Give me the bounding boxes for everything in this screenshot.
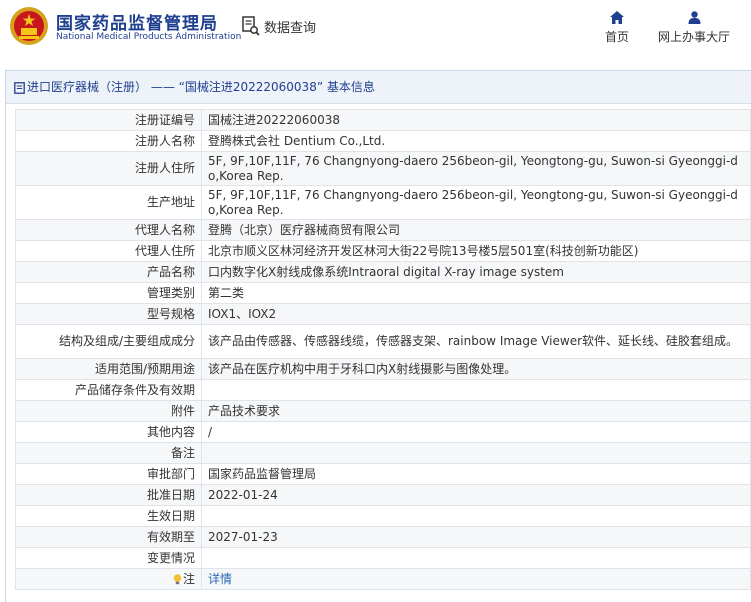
nav-online-service-hall[interactable]: 网上办事大厅 xyxy=(654,11,734,45)
data-query-link[interactable]: 数据查询 xyxy=(242,15,316,37)
field-label: 备注 xyxy=(15,442,202,464)
table-row: 结构及组成/主要组成成分 该产品由传感器、传感器线缆，传感器支架、rainbow … xyxy=(15,324,751,359)
table-row: 生效日期 xyxy=(15,505,751,527)
data-query-label: 数据查询 xyxy=(264,20,317,36)
field-value: 2027-01-23 xyxy=(201,526,751,548)
field-value: 5F, 9F,10F,11F, 76 Changnyong-daero 256b… xyxy=(201,185,751,220)
field-label: 有效期至 xyxy=(15,526,202,548)
document-icon xyxy=(14,81,25,94)
field-value: 产品技术要求 xyxy=(201,400,751,422)
details-link[interactable]: 详情 xyxy=(208,572,232,586)
nav-hall-label: 网上办事大厅 xyxy=(657,30,730,44)
table-row: 审批部门 国家药品监督管理局 xyxy=(15,463,751,485)
panel-title: 进口医疗器械（注册） —— “国械注进20222060038” 基本信息 xyxy=(6,71,751,104)
field-value: 该产品在医疗机构中用于牙科口内X射线摄影与图像处理。 xyxy=(201,358,751,380)
table-row: 代理人名称 登腾（北京）医疗器械商贸有限公司 xyxy=(15,219,751,241)
field-label: 审批部门 xyxy=(15,463,202,485)
field-label: 生效日期 xyxy=(15,505,202,527)
field-value: 该产品由传感器、传感器线缆，传感器支架、rainbow Image Viewer… xyxy=(201,324,751,359)
field-label: 生产地址 xyxy=(15,185,202,220)
table-row: 批准日期 2022-01-24 xyxy=(15,484,751,506)
note-label: 注 xyxy=(182,571,195,586)
site-header: 国家药品监督管理局 National Medical Products Admi… xyxy=(0,0,751,60)
nav-home[interactable]: 首页 xyxy=(600,11,634,45)
field-label: 其他内容 xyxy=(15,421,202,443)
field-value: / xyxy=(201,421,751,443)
field-label: 注册人名称 xyxy=(15,130,202,152)
table-row: 型号规格 IOX1、IOX2 xyxy=(15,303,751,325)
field-label: 结构及组成/主要组成成分 xyxy=(15,324,202,359)
field-label: 批准日期 xyxy=(15,484,202,506)
field-label: 适用范围/预期用途 xyxy=(15,358,202,380)
field-value xyxy=(201,442,751,464)
table-row: 附件 产品技术要求 xyxy=(15,400,751,422)
field-label: 产品名称 xyxy=(15,261,202,283)
person-icon xyxy=(688,11,700,24)
field-label: 注册证编号 xyxy=(15,109,202,131)
table-row: 产品名称 口内数字化X射线成像系统Intraoral digital X-ray … xyxy=(15,261,751,283)
field-value xyxy=(201,547,751,569)
table-row: 生产地址 5F, 9F,10F,11F, 76 Changnyong-daero … xyxy=(15,185,751,220)
field-value: 第二类 xyxy=(201,282,751,304)
home-icon xyxy=(610,11,624,24)
search-document-icon xyxy=(242,16,260,36)
info-table: 注册证编号 国械注进20222060038 注册人名称 登腾株式会社 Dentium … xyxy=(15,109,751,590)
table-row: 管理类别 第二类 xyxy=(15,282,751,304)
table-row: 备注 xyxy=(15,442,751,464)
table-row-note: 注详情 xyxy=(15,568,751,590)
nav-home-label: 首页 xyxy=(604,30,629,44)
note-label-cell: 注 xyxy=(15,568,202,590)
brand-name-en[interactable]: National Medical Products Administration xyxy=(56,32,241,42)
table-row: 适用范围/预期用途 该产品在医疗机构中用于牙科口内X射线摄影与图像处理。 xyxy=(15,358,751,380)
field-value: 国家药品监督管理局 xyxy=(201,463,751,485)
field-label: 变更情况 xyxy=(15,547,202,569)
field-label: 管理类别 xyxy=(15,282,202,304)
field-value xyxy=(201,505,751,527)
field-label: 附件 xyxy=(15,400,202,422)
field-value xyxy=(201,379,751,401)
national-emblem-icon xyxy=(10,7,48,45)
field-label: 代理人住所 xyxy=(15,240,202,262)
field-value: 登腾株式会社 Dentium Co.,Ltd. xyxy=(201,130,751,152)
field-label: 产品储存条件及有效期 xyxy=(15,379,202,401)
table-row: 变更情况 xyxy=(15,547,751,569)
field-value: 2022-01-24 xyxy=(201,484,751,506)
field-label: 注册人住所 xyxy=(15,151,202,186)
field-value: IOX1、IOX2 xyxy=(201,303,751,325)
field-label: 代理人名称 xyxy=(15,219,202,241)
field-value: 北京市顺义区林河经济开发区林河大街22号院13号楼5层501室(科技创新功能区) xyxy=(201,240,751,262)
field-value: 5F, 9F,10F,11F, 76 Changnyong-daero 256b… xyxy=(201,151,751,186)
detail-panel: 进口医疗器械（注册） —— “国械注进20222060038” 基本信息 注册证… xyxy=(5,70,751,602)
table-row: 注册人住所 5F, 9F,10F,11F, 76 Changnyong-daero… xyxy=(15,151,751,186)
panel-title-text: 进口医疗器械（注册） —— “国械注进20222060038” 基本信息 xyxy=(27,80,375,94)
brand-name-cn[interactable]: 国家药品监督管理局 xyxy=(56,9,218,34)
field-label: 型号规格 xyxy=(15,303,202,325)
table-row: 代理人住所 北京市顺义区林河经济开发区林河大街22号院13号楼5层501室(科技创… xyxy=(15,240,751,262)
table-row: 产品储存条件及有效期 xyxy=(15,379,751,401)
field-value: 口内数字化X射线成像系统Intraoral digital X-ray imag… xyxy=(201,261,751,283)
table-row: 有效期至 2027-01-23 xyxy=(15,526,751,548)
field-value: 登腾（北京）医疗器械商贸有限公司 xyxy=(201,219,751,241)
field-value: 国械注进20222060038 xyxy=(201,109,751,131)
table-row: 注册证编号 国械注进20222060038 xyxy=(15,109,751,131)
table-row: 其他内容 / xyxy=(15,421,751,443)
table-row: 注册人名称 登腾株式会社 Dentium Co.,Ltd. xyxy=(15,130,751,152)
lightbulb-icon xyxy=(173,573,182,584)
note-value-cell: 详情 xyxy=(201,568,751,590)
